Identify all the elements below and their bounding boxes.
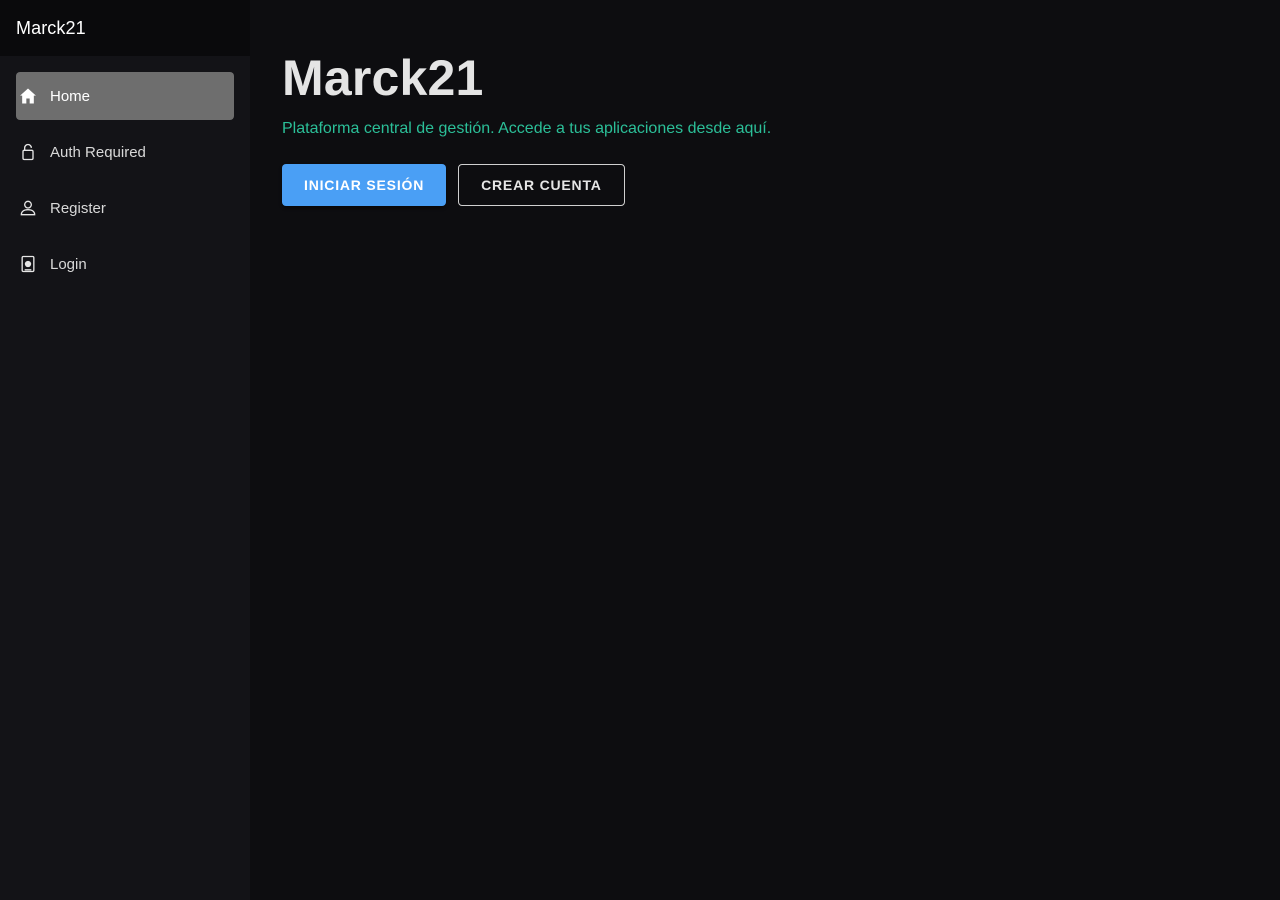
sidebar-item-auth-required[interactable]: Auth Required	[16, 128, 234, 176]
sidebar-header: Marck21	[0, 0, 250, 56]
create-account-button[interactable]: CREAR CUENTA	[458, 164, 625, 206]
sidebar-item-login[interactable]: Login	[16, 240, 234, 288]
login-badge-icon	[18, 254, 38, 274]
action-buttons: INICIAR SESIÓN CREAR CUENTA	[282, 164, 1248, 206]
sidebar-item-label: Home	[50, 87, 91, 105]
sidebar: Marck21 Home Auth Required Register Logi…	[0, 0, 250, 900]
home-icon	[18, 86, 38, 106]
lock-icon	[18, 142, 38, 162]
main-content: Marck21 Plataforma central de gestión. A…	[250, 0, 1280, 900]
sidebar-item-label: Auth Required	[50, 143, 146, 161]
sidebar-nav: Home Auth Required Register Login	[0, 56, 250, 288]
sidebar-item-home[interactable]: Home	[16, 72, 234, 120]
user-icon	[18, 198, 38, 218]
app-root: Marck21 Home Auth Required Register Logi…	[0, 0, 1280, 900]
login-button[interactable]: INICIAR SESIÓN	[282, 164, 447, 206]
brand-title: Marck21	[16, 17, 86, 38]
sidebar-item-label: Login	[50, 255, 87, 273]
page-title: Marck21	[282, 50, 484, 106]
page-subtitle: Plataforma central de gestión. Accede a …	[282, 120, 772, 137]
sidebar-item-register[interactable]: Register	[16, 184, 234, 232]
sidebar-item-label: Register	[50, 199, 106, 217]
